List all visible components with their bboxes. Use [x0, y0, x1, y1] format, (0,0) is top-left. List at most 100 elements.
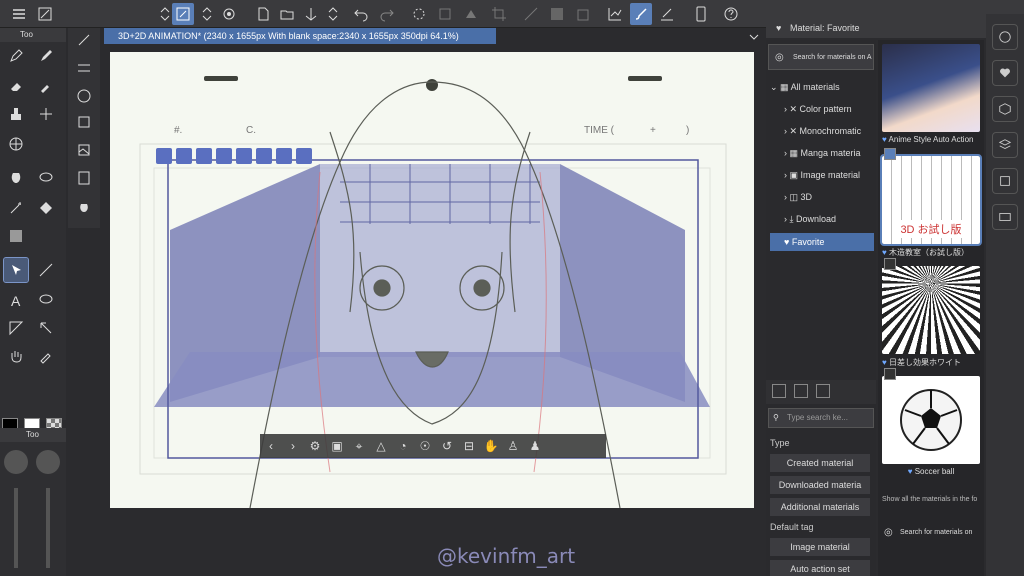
color-knob[interactable]: [36, 450, 60, 474]
sliders-icon[interactable]: [72, 56, 96, 80]
folder-add-icon[interactable]: [772, 384, 786, 398]
pose-icon[interactable]: ☉: [414, 435, 436, 457]
figure-icon[interactable]: ♙: [502, 435, 524, 457]
sparkle-icon[interactable]: [34, 102, 58, 126]
fill-icon[interactable]: [460, 3, 482, 25]
material-item[interactable]: ♥ Soccer ball: [882, 368, 980, 476]
tool-palette-tab[interactable]: Too: [0, 28, 66, 42]
loading-icon[interactable]: [408, 3, 430, 25]
settings-icon[interactable]: [218, 3, 240, 25]
help-icon[interactable]: [720, 3, 742, 25]
undo-icon[interactable]: [350, 3, 372, 25]
canvas-collapse-icon[interactable]: [748, 30, 760, 42]
materials-search-button[interactable]: ◎ Search for materials on: [882, 524, 982, 542]
move-camera-icon[interactable]: [156, 148, 172, 164]
crop-icon[interactable]: [488, 3, 510, 25]
color-panel-tab[interactable]: Too: [0, 428, 66, 442]
material-checkbox[interactable]: [884, 148, 896, 160]
image-box-icon[interactable]: [72, 138, 96, 162]
fit-icon[interactable]: ⌖: [348, 435, 370, 457]
stack-icon[interactable]: [992, 168, 1018, 194]
object-move-icon[interactable]: [256, 148, 272, 164]
line-tool-icon[interactable]: [34, 258, 58, 282]
color-knob[interactable]: [4, 450, 28, 474]
eyedropper-icon[interactable]: [34, 344, 58, 368]
favorite-panel-icon[interactable]: [992, 60, 1018, 86]
drops-icon[interactable]: [72, 196, 96, 220]
magic-wand-icon[interactable]: [4, 196, 28, 220]
tree-item-download[interactable]: › ⤓ Download: [770, 210, 874, 228]
next-icon[interactable]: ›: [282, 435, 304, 457]
phone-icon[interactable]: [690, 3, 712, 25]
clock-icon[interactable]: ◔: [392, 435, 414, 457]
fill-bucket-icon[interactable]: [572, 3, 594, 25]
tree-item-image-material[interactable]: › ▣ Image material: [770, 166, 874, 184]
search-materials-button[interactable]: ◎ Search for materials on A: [768, 44, 874, 70]
layers-icon[interactable]: [992, 132, 1018, 158]
tree-item-monochromatic[interactable]: › ✕ Monochromatic: [770, 122, 874, 140]
folder-edit-icon[interactable]: [816, 384, 830, 398]
chart-icon[interactable]: [604, 3, 626, 25]
brush-select-icon[interactable]: [172, 3, 194, 25]
downloaded-material-button[interactable]: Downloaded materia: [770, 476, 870, 494]
lock-object-icon[interactable]: ⊟: [458, 435, 480, 457]
tree-item-all-materials[interactable]: ⌄ ▦ All materials: [770, 78, 874, 96]
cube-panel-icon[interactable]: [992, 96, 1018, 122]
home-icon[interactable]: [216, 148, 232, 164]
tag-search-input[interactable]: ⚲ Type search ke...: [768, 408, 874, 428]
created-material-button[interactable]: Created material: [770, 454, 870, 472]
material-checkbox[interactable]: [884, 258, 896, 270]
text-tool-icon[interactable]: A: [4, 288, 28, 312]
timeline-icon[interactable]: [992, 204, 1018, 230]
tree-item-color-pattern[interactable]: › ✕ Color pattern: [770, 100, 874, 118]
balloon-icon[interactable]: [34, 288, 58, 312]
auto-action-set-tag-button[interactable]: Auto action set: [770, 560, 870, 576]
open-folder-icon[interactable]: [276, 3, 298, 25]
frame-icon[interactable]: [4, 316, 28, 340]
grid-tool-icon[interactable]: [4, 132, 28, 156]
tree-item-manga-material[interactable]: › ▦ Manga materia: [770, 144, 874, 162]
layer-box-icon[interactable]: [72, 110, 96, 134]
hand-icon[interactable]: [4, 344, 28, 368]
transform-icon[interactable]: [434, 3, 456, 25]
sub-tool-icon[interactable]: [72, 28, 96, 52]
color-slider[interactable]: [46, 488, 50, 568]
folder-icon[interactable]: [794, 384, 808, 398]
tree-item-3d[interactable]: › ◫ 3D: [770, 188, 874, 206]
tree-item-favorite[interactable]: ♥ Favorite: [770, 233, 874, 251]
ground-icon[interactable]: △: [370, 435, 392, 457]
material-checkbox[interactable]: [884, 368, 896, 380]
object-rotate-icon[interactable]: [276, 148, 292, 164]
document-tab[interactable]: 3D+2D ANIMATION* (2340 x 1655px With bla…: [104, 28, 496, 44]
new-layer-icon[interactable]: [34, 3, 56, 25]
film-icon[interactable]: [72, 166, 96, 190]
reset-icon[interactable]: ↺: [436, 435, 458, 457]
stamp-icon[interactable]: [4, 102, 28, 126]
material-item[interactable]: 3D お試し版 ♥ 木造教室（お試し版）: [880, 148, 982, 258]
image-material-tag-button[interactable]: Image material: [770, 538, 870, 556]
rotate-icon[interactable]: [196, 148, 212, 164]
camera-icon[interactable]: [236, 148, 252, 164]
brush-icon[interactable]: [630, 3, 652, 25]
blend-icon[interactable]: [4, 166, 28, 190]
navigator-icon[interactable]: [992, 24, 1018, 50]
mask-icon[interactable]: [546, 3, 568, 25]
save-icon[interactable]: [300, 3, 322, 25]
color-slider[interactable]: [14, 488, 18, 568]
camera-snap-icon[interactable]: ▣: [326, 435, 348, 457]
object-select-icon[interactable]: [3, 257, 29, 283]
menu-icon[interactable]: [8, 3, 30, 25]
ruler-icon[interactable]: [520, 3, 542, 25]
hand-pose-icon[interactable]: ✋: [480, 435, 502, 457]
ruler-tool-icon[interactable]: [34, 316, 58, 340]
edit-line-icon[interactable]: [656, 3, 678, 25]
pen-icon[interactable]: [4, 44, 28, 68]
chevron-updown-icon[interactable]: [322, 3, 344, 25]
lasso-icon[interactable]: [34, 166, 58, 190]
eraser-icon[interactable]: [4, 74, 28, 98]
additional-materials-button[interactable]: Additional materials: [770, 498, 870, 516]
pan-icon[interactable]: [176, 148, 192, 164]
wrench-icon[interactable]: ⚙: [304, 435, 326, 457]
chevron-updown-icon[interactable]: [196, 3, 218, 25]
canvas-paper[interactable]: #. C. TIME ( + ) ‹ › ⚙ ▣ ⌖ △ ◔ ☉ ↺ ⊟ ✋ ♙: [110, 52, 754, 508]
